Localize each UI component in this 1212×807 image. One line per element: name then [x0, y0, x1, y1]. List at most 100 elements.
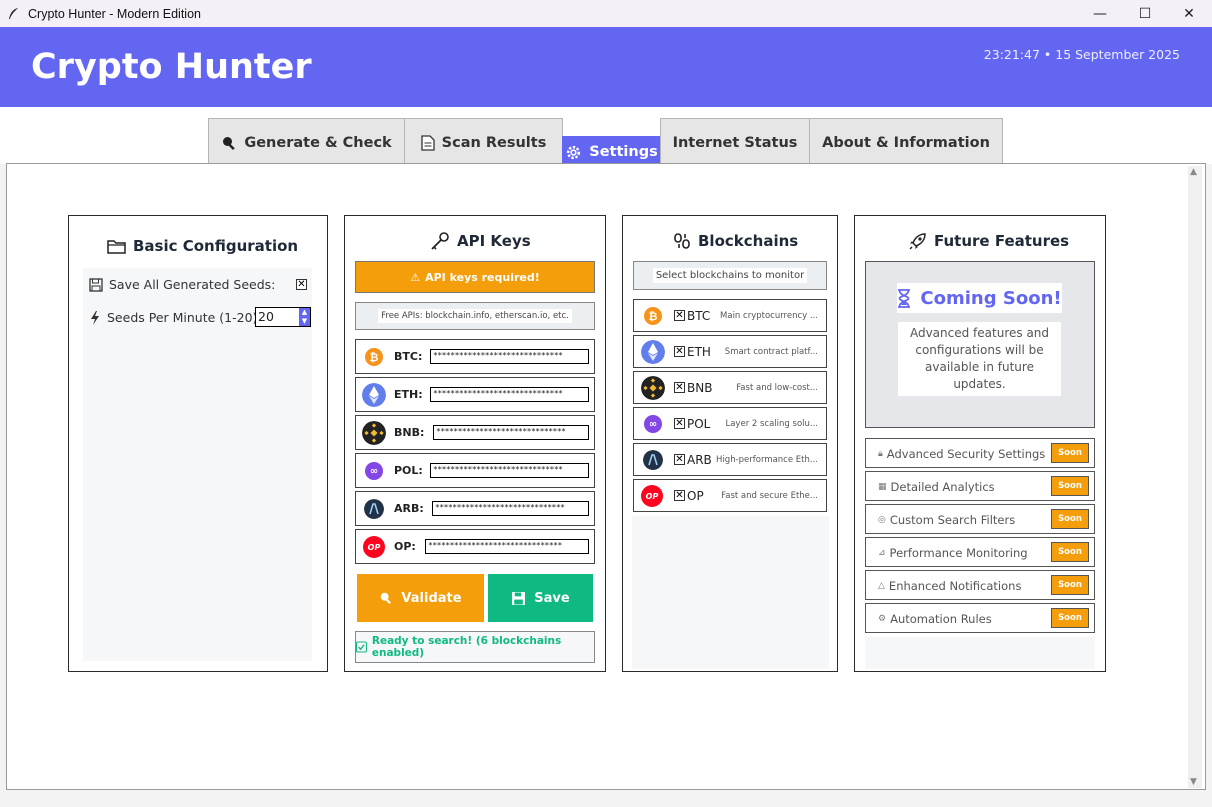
hourglass-icon — [898, 288, 911, 308]
btc-checkbox[interactable]: ✕ — [674, 310, 685, 321]
tab-strip: Generate & Check Scan Results Settings I… — [0, 107, 1212, 165]
feature-row: △ Enhanced Notifications Soon — [865, 570, 1095, 600]
chain-description: Layer 2 scaling solu... — [725, 419, 818, 429]
save-seeds-checkbox[interactable]: ✕ — [296, 279, 307, 290]
seeds-per-minute-row: Seeds Per Minute (1-20): — [89, 310, 262, 325]
api-key-label: POL: — [394, 464, 423, 477]
spinbox-value: 20 — [258, 309, 274, 324]
chain-row-pol: ∞ ✕ POL Layer 2 scaling solu... — [633, 407, 827, 440]
bell-icon: △ — [878, 581, 885, 591]
soon-badge: Soon — [1051, 509, 1089, 529]
basic-configuration-title: Basic Configuration — [107, 235, 299, 257]
tab-about-information[interactable]: About & Information — [809, 118, 1003, 165]
save-button[interactable]: Save — [488, 574, 593, 622]
chain-description: Smart contract platf... — [724, 347, 818, 357]
tab-settings[interactable]: Settings — [562, 136, 661, 165]
future-features-title: Future Features — [908, 230, 1070, 252]
minimize-button[interactable]: — — [1077, 0, 1123, 27]
chain-description: Fast and low-cost... — [736, 383, 818, 393]
seeds-per-minute-spinbox[interactable]: 20 ▲ ▼ — [255, 307, 311, 327]
op-checkbox[interactable]: ✕ — [674, 490, 685, 501]
panel-title-text: Future Features — [934, 232, 1070, 250]
scroll-down-icon[interactable]: ▼ — [1190, 777, 1197, 787]
blockchains-hint-text: Select blockchains to monitor — [652, 268, 808, 283]
eth-checkbox[interactable]: ✕ — [674, 346, 685, 357]
coming-soon-text: Coming Soon! — [920, 287, 1062, 309]
soon-badge: Soon — [1051, 443, 1089, 463]
chain-link-icon — [674, 233, 690, 249]
close-button[interactable]: ✕ — [1166, 0, 1212, 27]
arb-checkbox[interactable]: ✕ — [674, 454, 685, 465]
api-key-row-arb: ARB: ****************************** — [355, 491, 595, 526]
header-clock: 23:21:47 • 15 September 2025 — [983, 47, 1180, 62]
scroll-up-icon[interactable]: ▲ — [1190, 167, 1197, 177]
pol-checkbox[interactable]: ✕ — [674, 418, 685, 429]
validate-button[interactable]: Validate — [357, 574, 484, 622]
folder-icon — [107, 239, 126, 254]
maximize-button[interactable]: ☐ — [1122, 0, 1168, 27]
ready-status: Ready to search! (6 blockchains enabled) — [355, 631, 595, 663]
bitcoin-icon: ₿ — [365, 348, 383, 366]
bnb-icon — [641, 376, 665, 400]
tab-generate-check[interactable]: Generate & Check — [208, 118, 405, 165]
ready-status-text: Ready to search! (6 blockchains enabled) — [371, 635, 562, 659]
chain-row-bnb: ✕ BNB Fast and low-cost... — [633, 371, 827, 404]
chain-description: Main cryptocurrency ... — [720, 311, 818, 321]
ethereum-icon — [362, 383, 386, 407]
tab-internet-status[interactable]: Internet Status — [660, 118, 810, 165]
panel-title-text: Basic Configuration — [133, 237, 299, 255]
chart-icon: ▦ — [878, 482, 887, 492]
spinbox-arrows[interactable]: ▲ ▼ — [299, 308, 310, 326]
spin-up-icon[interactable]: ▲ — [299, 308, 310, 317]
polygon-icon: ∞ — [365, 462, 383, 480]
magnifier-icon — [223, 137, 236, 150]
gear-icon — [567, 145, 581, 159]
floppy-icon — [89, 277, 103, 292]
api-hint-box: Free APIs: blockchain.info, etherscan.io… — [355, 302, 595, 330]
vertical-scrollbar[interactable]: ▲ ▼ — [1188, 166, 1202, 788]
soon-badge: Soon — [1051, 476, 1089, 496]
api-key-label: OP: — [394, 540, 416, 553]
spin-down-icon[interactable]: ▼ — [299, 317, 310, 326]
arbitrum-icon — [364, 499, 384, 519]
tab-label: Scan Results — [441, 135, 547, 151]
bnb-api-key-input[interactable]: ****************************** — [433, 425, 589, 440]
chain-row-op: OP ✕ OP Fast and secure Ethe... — [633, 479, 827, 512]
eth-api-key-input[interactable]: ****************************** — [430, 387, 589, 402]
chain-symbol: BNB — [687, 381, 713, 395]
api-keys-title: API Keys — [430, 230, 531, 252]
feature-label: Custom Search Filters — [889, 513, 1016, 527]
pol-api-key-input[interactable]: ****************************** — [430, 463, 589, 478]
document-icon — [421, 135, 435, 151]
blockchains-body — [632, 516, 829, 669]
blockchains-hint-box: Select blockchains to monitor — [633, 261, 827, 290]
feature-row: 🔒︎ Advanced Security Settings Soon — [865, 438, 1095, 468]
warning-text: API keys required! — [425, 270, 540, 284]
tab-label: About & Information — [822, 135, 990, 151]
arbitrum-icon — [643, 450, 663, 470]
arb-api-key-input[interactable]: ****************************** — [432, 501, 589, 516]
tab-scan-results[interactable]: Scan Results — [404, 118, 563, 165]
rocket-icon — [909, 232, 926, 249]
polygon-icon: ∞ — [644, 415, 662, 433]
bnb-checkbox[interactable]: ✕ — [674, 382, 685, 393]
magnifier-icon — [381, 592, 392, 605]
key-icon — [431, 232, 449, 250]
lock-icon: 🔒︎ — [878, 449, 883, 459]
op-api-key-input[interactable]: ******************************* — [425, 539, 589, 554]
chain-row-arb: ✕ ARB High-performance Eth... — [633, 443, 827, 476]
tab-label: Internet Status — [672, 135, 798, 151]
panel-title-text: API Keys — [457, 232, 531, 250]
api-key-label: ETH: — [394, 388, 423, 401]
feature-label: Advanced Security Settings — [886, 447, 1046, 461]
panel-title-text: Blockchains — [698, 232, 799, 250]
soon-badge: Soon — [1051, 575, 1089, 595]
api-key-label: BNB: — [394, 426, 425, 439]
btc-api-key-input[interactable]: ****************************** — [430, 349, 589, 364]
api-hint-text: Free APIs: blockchain.info, etherscan.io… — [378, 309, 572, 323]
soon-badge: Soon — [1051, 608, 1089, 628]
validate-label: Validate — [401, 590, 462, 606]
coming-soon-title: Coming Soon! — [897, 283, 1062, 313]
feature-label: Detailed Analytics — [890, 480, 995, 494]
feature-label: Enhanced Notifications — [888, 579, 1022, 593]
